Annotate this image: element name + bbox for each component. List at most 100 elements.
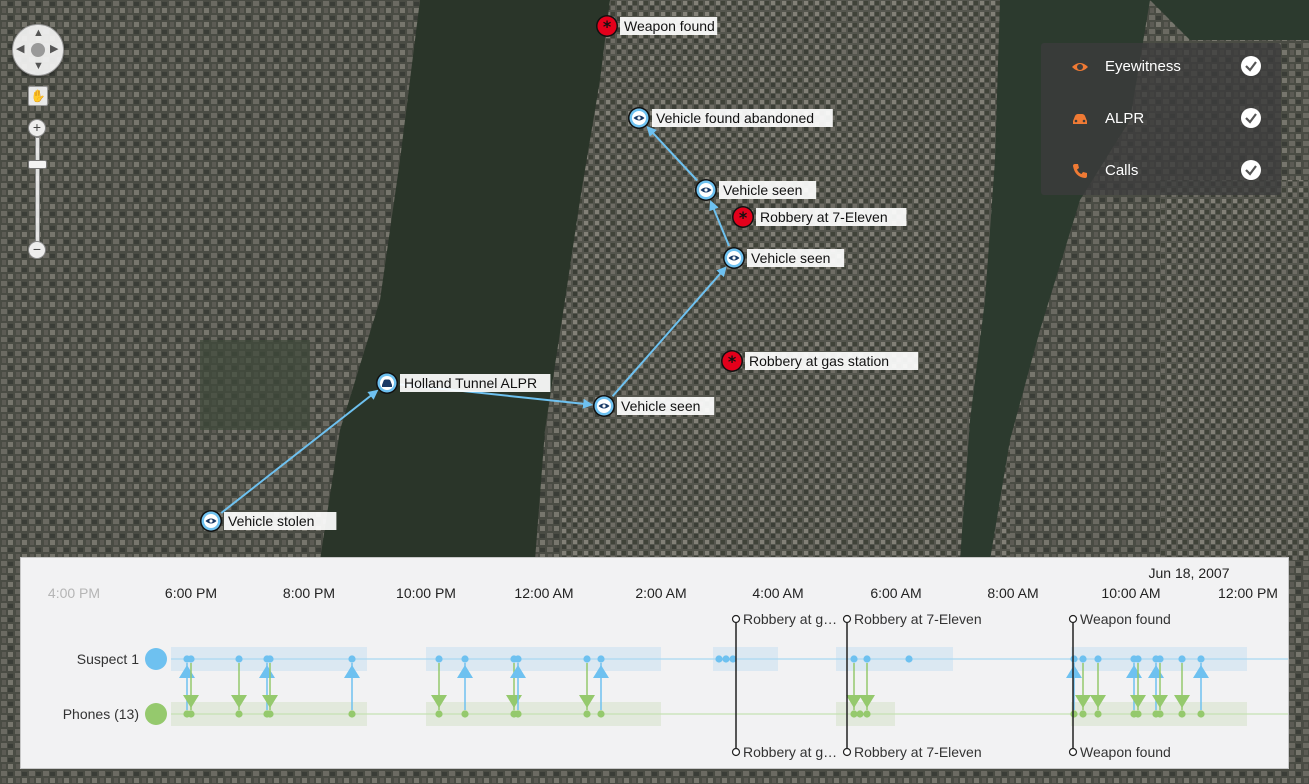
time-tick-label: 2:00 AM (635, 585, 686, 601)
map-node-seen1[interactable]: Vehicle seen (593, 395, 715, 417)
legend-item-alpr[interactable]: ALPR (1041, 106, 1281, 132)
eye-pupil (704, 188, 708, 192)
map-node-rob711[interactable]: Robbery at 7-Eleven * (732, 206, 907, 228)
phone-event-dot[interactable] (1070, 710, 1078, 718)
eye-pupil (209, 519, 213, 523)
event-label-top: Robbery at g… (743, 611, 837, 627)
time-tick-label: 4:00 AM (752, 585, 803, 601)
map-node-seen2[interactable]: Vehicle seen (723, 247, 845, 269)
event-top-pin (842, 614, 852, 624)
legend-item-eyewitness[interactable]: Eyewitness (1041, 54, 1281, 80)
check-icon[interactable] (1241, 160, 1261, 180)
pan-down-icon[interactable]: ▼ (33, 61, 44, 72)
hand-tool-icon[interactable]: ✋ (28, 86, 48, 106)
legend-item-calls[interactable]: Calls (1041, 158, 1281, 184)
suspect-event-dot[interactable] (1156, 655, 1164, 663)
pan-control[interactable]: ▲ ▼ ◀ ▶ (12, 24, 64, 76)
event-top-pin (1068, 614, 1078, 624)
phone-event-dot[interactable] (514, 710, 522, 718)
phone-event-dot[interactable] (187, 710, 195, 718)
row-label-phones: Phones (13) (63, 706, 139, 722)
map-node-seen3[interactable]: Vehicle seen (695, 179, 817, 201)
phone-event-dot[interactable] (1156, 710, 1164, 718)
suspect-event-dot[interactable] (583, 655, 591, 663)
event-bottom-pin (842, 747, 852, 757)
map-node-abandoned[interactable]: Vehicle found abandoned (628, 107, 833, 129)
suspect-event-dot[interactable] (715, 655, 723, 663)
zoom-out-button[interactable]: − (28, 241, 46, 259)
node-label: Weapon found (624, 18, 715, 34)
phones-avatar[interactable] (145, 703, 167, 725)
suspect-event-dot[interactable] (863, 655, 871, 663)
industrial-zone (200, 340, 310, 430)
eye-pupil (637, 116, 641, 120)
node-label: Vehicle seen (751, 250, 830, 266)
timeline-event-marker[interactable]: Robbery at g… Robbery at g… (731, 611, 838, 760)
legend-label: Eyewitness (1105, 58, 1181, 75)
time-tick-label: 10:00 PM (396, 585, 456, 601)
queens-area (1160, 180, 1309, 560)
suspect-event-dot[interactable] (187, 655, 195, 663)
row-label-suspect: Suspect 1 (77, 651, 139, 667)
phone-event-dot[interactable] (856, 710, 864, 718)
timeline-date-label: Jun 18, 2007 (1149, 565, 1230, 581)
suspect-event-dot[interactable] (435, 655, 443, 663)
phone-event-dot[interactable] (348, 710, 356, 718)
suspect-event-dot[interactable] (514, 655, 522, 663)
time-tick-label: 12:00 AM (514, 585, 573, 601)
check-icon[interactable] (1241, 56, 1261, 76)
suspect-event-dot[interactable] (1094, 655, 1102, 663)
phone-event-dot[interactable] (863, 710, 871, 718)
phone-event-dot[interactable] (1094, 710, 1102, 718)
suspect-event-dot[interactable] (905, 655, 913, 663)
map-node-weapon[interactable]: Weapon found * (596, 15, 718, 37)
suspect-event-dot[interactable] (597, 655, 605, 663)
suspect-event-dot[interactable] (1134, 655, 1142, 663)
legend-label: Calls (1105, 162, 1139, 179)
zoom-in-button[interactable]: + (28, 119, 46, 137)
phone-event-dot[interactable] (1197, 710, 1205, 718)
pan-up-icon[interactable]: ▲ (33, 28, 44, 39)
suspect-event-dot[interactable] (722, 655, 730, 663)
pan-left-icon[interactable]: ◀ (16, 44, 24, 55)
zoom-slider-handle[interactable] (28, 160, 47, 169)
suspect-event-dot[interactable] (1070, 655, 1078, 663)
phone-event-dot[interactable] (597, 710, 605, 718)
time-tick-label: 8:00 AM (987, 585, 1038, 601)
zoom-slider-track[interactable] (35, 137, 40, 243)
phone-event-dot[interactable] (1178, 710, 1186, 718)
timeline-chart[interactable]: Jun 18, 2007 4:00 PM 6:00 PM 8:00 PM 10:00 … (21, 558, 1288, 768)
check-icon[interactable] (1241, 108, 1261, 128)
suspect-event-dot[interactable] (1079, 655, 1087, 663)
event-bottom-pin (731, 747, 741, 757)
map-node-holland[interactable]: Holland Tunnel ALPR (376, 372, 551, 394)
event-label-bottom: Weapon found (1080, 744, 1171, 760)
phone-event-dot[interactable] (1134, 710, 1142, 718)
suspect-event-dot[interactable] (235, 655, 243, 663)
phone-event-dot[interactable] (1079, 710, 1087, 718)
pan-right-icon[interactable]: ▶ (50, 44, 58, 55)
event-label-bottom: Robbery at 7-Eleven (854, 744, 982, 760)
timeline-panel[interactable]: Jun 18, 2007 4:00 PM 6:00 PM 8:00 PM 10:00 … (20, 557, 1289, 769)
phone-event-dot[interactable] (583, 710, 591, 718)
time-tick-label: 12:00 PM (1218, 585, 1278, 601)
suspect-event-dot[interactable] (266, 655, 274, 663)
suspect-event-dot[interactable] (850, 655, 858, 663)
phone-event-dot[interactable] (435, 710, 443, 718)
phone-event-dot[interactable] (461, 710, 469, 718)
suspect-event-dot[interactable] (1197, 655, 1205, 663)
suspect-event-dot[interactable] (461, 655, 469, 663)
phone-event-dot[interactable] (235, 710, 243, 718)
map-node-robgas[interactable]: Robbery at gas station * (721, 350, 919, 372)
timeline-event-marker[interactable]: Robbery at 7-Eleven Robbery at 7-Eleven (842, 611, 982, 760)
phone-event-dot[interactable] (266, 710, 274, 718)
node-label: Robbery at gas station (749, 353, 889, 369)
pan-center[interactable] (31, 43, 45, 57)
suspect-avatar[interactable] (145, 648, 167, 670)
node-label: Vehicle found abandoned (656, 110, 814, 126)
eye-pupil (602, 404, 606, 408)
suspect-event-dot[interactable] (1178, 655, 1186, 663)
node-label: Holland Tunnel ALPR (404, 375, 537, 391)
suspect-event-dot[interactable] (348, 655, 356, 663)
event-label-top: Robbery at 7-Eleven (854, 611, 982, 627)
